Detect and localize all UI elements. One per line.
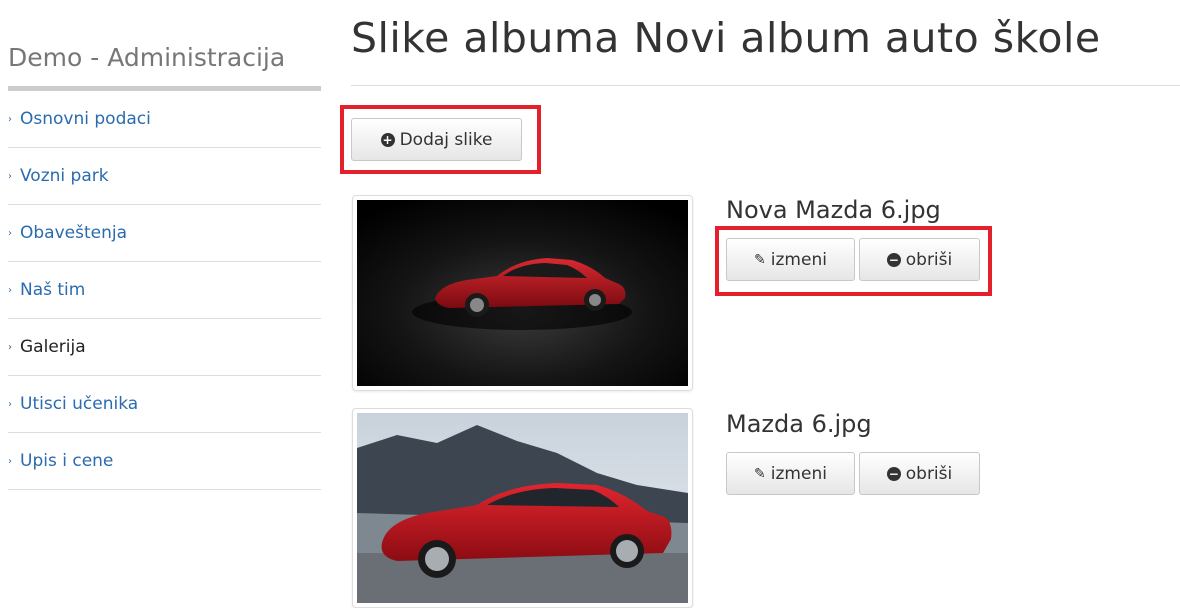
photo-thumbnail[interactable] bbox=[352, 195, 693, 391]
pencil-icon: ✎ bbox=[754, 465, 766, 482]
sidebar-item-utisci-ucenika[interactable]: › Utisci učenika bbox=[8, 376, 321, 433]
car-photo-image bbox=[357, 200, 688, 386]
sidebar-title: Demo - Administracija bbox=[8, 36, 321, 91]
highlight-box-actions bbox=[715, 226, 992, 296]
photo-filename: Mazda 6.jpg bbox=[726, 410, 872, 438]
sidebar-item-label: Obaveštenja bbox=[20, 223, 128, 243]
sidebar-item-label: Vozni park bbox=[20, 166, 109, 186]
sidebar-item-label: Naš tim bbox=[20, 280, 86, 300]
chevron-right-icon: › bbox=[8, 113, 12, 125]
delete-label: obriši bbox=[905, 463, 953, 484]
chevron-right-icon: › bbox=[8, 227, 12, 239]
sidebar-item-vozni-park[interactable]: › Vozni park bbox=[8, 148, 321, 205]
delete-button[interactable]: − obriši bbox=[859, 452, 980, 495]
sidebar-item-label: Utisci učenika bbox=[20, 394, 139, 414]
chevron-right-icon: › bbox=[8, 170, 12, 182]
sidebar: Demo - Administracija › Osnovni podaci ›… bbox=[8, 36, 321, 490]
page-title: Slike albuma Novi album auto škole bbox=[351, 14, 1101, 62]
highlight-box-add bbox=[340, 105, 541, 174]
sidebar-item-label: Osnovni podaci bbox=[20, 109, 151, 129]
sidebar-item-galerija[interactable]: › Galerija bbox=[8, 319, 321, 376]
photo-filename: Nova Mazda 6.jpg bbox=[726, 196, 941, 224]
sidebar-item-upis-i-cene[interactable]: › Upis i cene bbox=[8, 433, 321, 490]
car-photo-image bbox=[357, 413, 688, 603]
chevron-right-icon: › bbox=[8, 284, 12, 296]
minus-circle-icon: − bbox=[886, 466, 901, 481]
sidebar-item-label: Galerija bbox=[20, 337, 86, 357]
chevron-right-icon: › bbox=[8, 341, 12, 353]
sidebar-item-nas-tim[interactable]: › Naš tim bbox=[8, 262, 321, 319]
chevron-right-icon: › bbox=[8, 398, 12, 410]
title-divider bbox=[351, 85, 1180, 86]
chevron-right-icon: › bbox=[8, 455, 12, 467]
sidebar-item-osnovni-podaci[interactable]: › Osnovni podaci bbox=[8, 91, 321, 148]
edit-label: izmeni bbox=[770, 463, 827, 484]
edit-button[interactable]: ✎ izmeni bbox=[726, 452, 855, 495]
sidebar-item-obavestenja[interactable]: › Obaveštenja bbox=[8, 205, 321, 262]
photo-thumbnail[interactable] bbox=[352, 408, 693, 608]
sidebar-item-label: Upis i cene bbox=[20, 451, 114, 471]
sidebar-nav: › Osnovni podaci › Vozni park › Obavešte… bbox=[8, 91, 321, 490]
